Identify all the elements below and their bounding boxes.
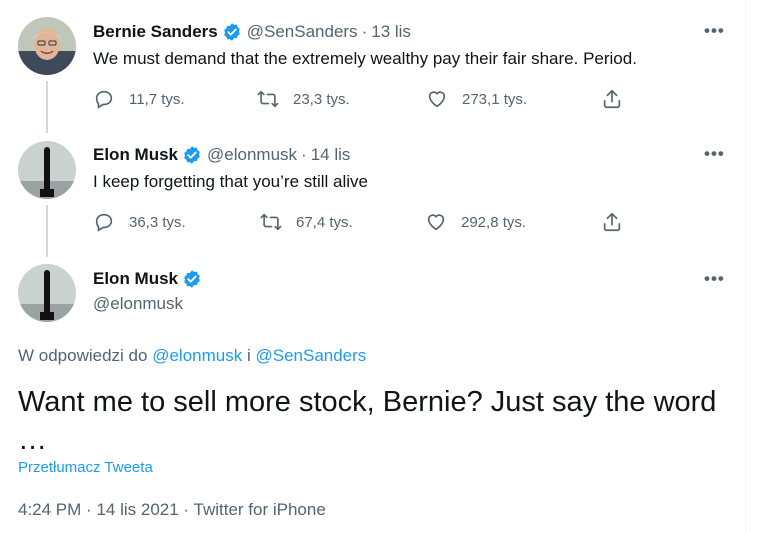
author-name[interactable]: Elon Musk: [93, 145, 178, 165]
replying-to: W odpowiedzi do @elonmusk i @SenSanders: [18, 346, 366, 366]
tweet-date[interactable]: 14 lis: [311, 145, 351, 165]
reply-count: 11,7 tys.: [129, 90, 185, 108]
tweet-text: We must demand that the extremely wealth…: [93, 49, 637, 68]
retweet-button[interactable]: 23,3 tys.: [257, 88, 350, 110]
thread-line: [46, 205, 48, 257]
reply-icon: [93, 211, 115, 233]
like-button[interactable]: 292,8 tys.: [425, 211, 526, 233]
tweet-date[interactable]: 13 lis: [371, 22, 411, 42]
replying-to-label: W odpowiedzi do: [18, 346, 148, 365]
tweet-text: Want me to sell more stock, Bernie? Just…: [18, 383, 716, 459]
more-options-icon[interactable]: •••: [704, 269, 725, 289]
more-options-icon[interactable]: •••: [704, 144, 725, 164]
retweet-count: 67,4 tys.: [296, 213, 353, 231]
like-count: 273,1 tys.: [462, 90, 528, 108]
verified-badge-icon: [222, 22, 242, 42]
like-count: 292,8 tys.: [461, 213, 527, 231]
more-options-icon[interactable]: •••: [704, 21, 725, 41]
mention-sensanders[interactable]: @SenSanders: [255, 346, 366, 365]
tweet-time[interactable]: 4:24 PM: [18, 500, 81, 519]
tweet-source[interactable]: Twitter for iPhone: [194, 500, 326, 519]
author-name[interactable]: Bernie Sanders: [93, 22, 218, 42]
like-icon: [425, 211, 447, 233]
author-handle[interactable]: @elonmusk: [207, 145, 297, 165]
reply-button[interactable]: 36,3 tys.: [93, 211, 186, 233]
mention-elonmusk[interactable]: @elonmusk: [152, 346, 242, 365]
tweet-text-line: …: [18, 424, 47, 456]
share-icon: [601, 211, 623, 233]
column-border: [745, 0, 746, 533]
author-name[interactable]: Elon Musk: [93, 269, 178, 289]
reply-icon: [93, 88, 115, 110]
verified-badge-icon: [182, 145, 202, 165]
reply-button[interactable]: 11,7 tys.: [93, 88, 185, 110]
retweet-icon: [260, 211, 282, 233]
separator-dot: ·: [86, 500, 92, 519]
thread-line: [46, 81, 48, 133]
share-button[interactable]: [601, 88, 623, 110]
author-handle[interactable]: @SenSanders: [247, 22, 358, 42]
avatar-elon[interactable]: [18, 141, 76, 199]
avatar-bernie[interactable]: [18, 17, 76, 75]
reply-count: 36,3 tys.: [129, 213, 186, 231]
like-icon: [426, 88, 448, 110]
separator-dot: ·: [183, 500, 190, 519]
separator-dot: ·: [301, 145, 307, 164]
separator-dot: ·: [361, 22, 368, 41]
tweet-text-line: Want me to sell more stock, Bernie? Just…: [18, 386, 717, 418]
tweet-metadata: 4:24 PM · 14 lis 2021 · Twitter for iPho…: [18, 500, 326, 520]
like-button[interactable]: 273,1 tys.: [426, 88, 527, 110]
retweet-count: 23,3 tys.: [293, 90, 350, 108]
avatar-elon[interactable]: [18, 264, 76, 322]
verified-badge-icon: [182, 269, 202, 289]
tweet-text: I keep forgetting that you’re still aliv…: [93, 172, 368, 191]
translate-tweet-link[interactable]: Przetłumacz Tweeta: [18, 459, 153, 476]
retweet-icon: [257, 88, 279, 110]
replying-to-and: i: [246, 346, 251, 365]
share-icon: [601, 88, 623, 110]
retweet-button[interactable]: 67,4 tys.: [260, 211, 353, 233]
share-button[interactable]: [601, 211, 623, 233]
tweet-full-date[interactable]: 14 lis 2021: [96, 500, 178, 519]
author-handle[interactable]: @elonmusk: [93, 294, 183, 314]
